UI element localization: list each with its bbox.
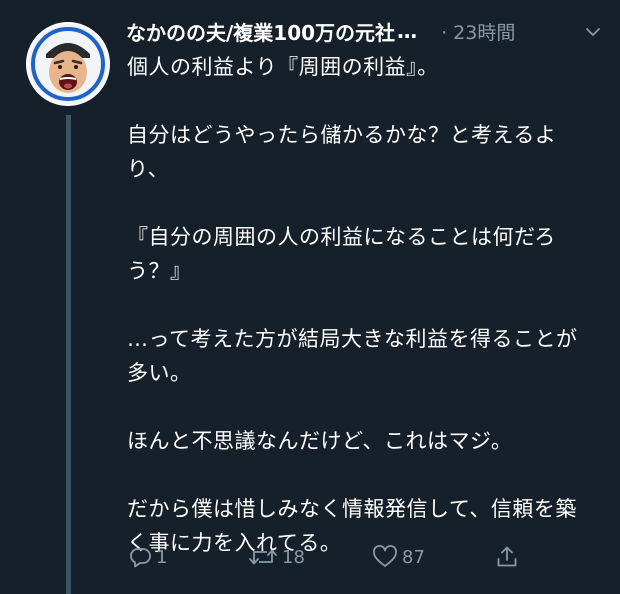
tweet-header: なかのの夫/複業100万の元社 … · 23時間: [126, 14, 606, 48]
tweet-actions: 1 18 87: [124, 540, 524, 574]
name-ellipsis: …: [397, 19, 418, 43]
tweet-text: 個人の利益より『周囲の利益』。 自分はどうやったら儲かるかな？と考えるより、 『…: [127, 50, 597, 594]
like-count: 87: [402, 546, 425, 568]
retweet-icon: [248, 545, 278, 569]
reply-icon: [128, 545, 152, 569]
reply-count: 1: [156, 546, 168, 568]
tweet-paragraph: 個人の利益より『周囲の利益』。: [127, 55, 439, 79]
avatar[interactable]: [26, 22, 110, 106]
retweet-count: 18: [282, 546, 305, 568]
avatar-ring: [31, 27, 105, 101]
tweet[interactable]: なかのの夫/複業100万の元社 … · 23時間 個人の利益より『周囲の利益』。…: [0, 0, 620, 594]
share-button[interactable]: [496, 540, 518, 574]
timestamp[interactable]: · 23時間: [441, 18, 515, 45]
tweet-paragraph: 自分はどうやったら儲かるかな？と考えるより、: [127, 123, 557, 181]
retweet-button[interactable]: 18: [248, 540, 305, 574]
share-icon: [496, 545, 518, 569]
display-name[interactable]: なかのの夫/複業100万の元社: [126, 17, 395, 46]
like-icon: [372, 545, 398, 569]
tweet-paragraph: ほんと不思議なんだけど、これはマジ。: [127, 429, 513, 453]
reply-button[interactable]: 1: [128, 540, 167, 574]
like-button[interactable]: 87: [372, 540, 425, 574]
tweet-paragraph: 『自分の周囲の人の利益になることは何だろう？』: [127, 225, 556, 283]
chevron-down-icon[interactable]: [586, 24, 600, 38]
avatar-column: [26, 22, 110, 106]
thread-line: [66, 115, 71, 594]
tweet-paragraph: …って考えた方が結局大きな利益を得ることが多い。: [127, 327, 578, 385]
